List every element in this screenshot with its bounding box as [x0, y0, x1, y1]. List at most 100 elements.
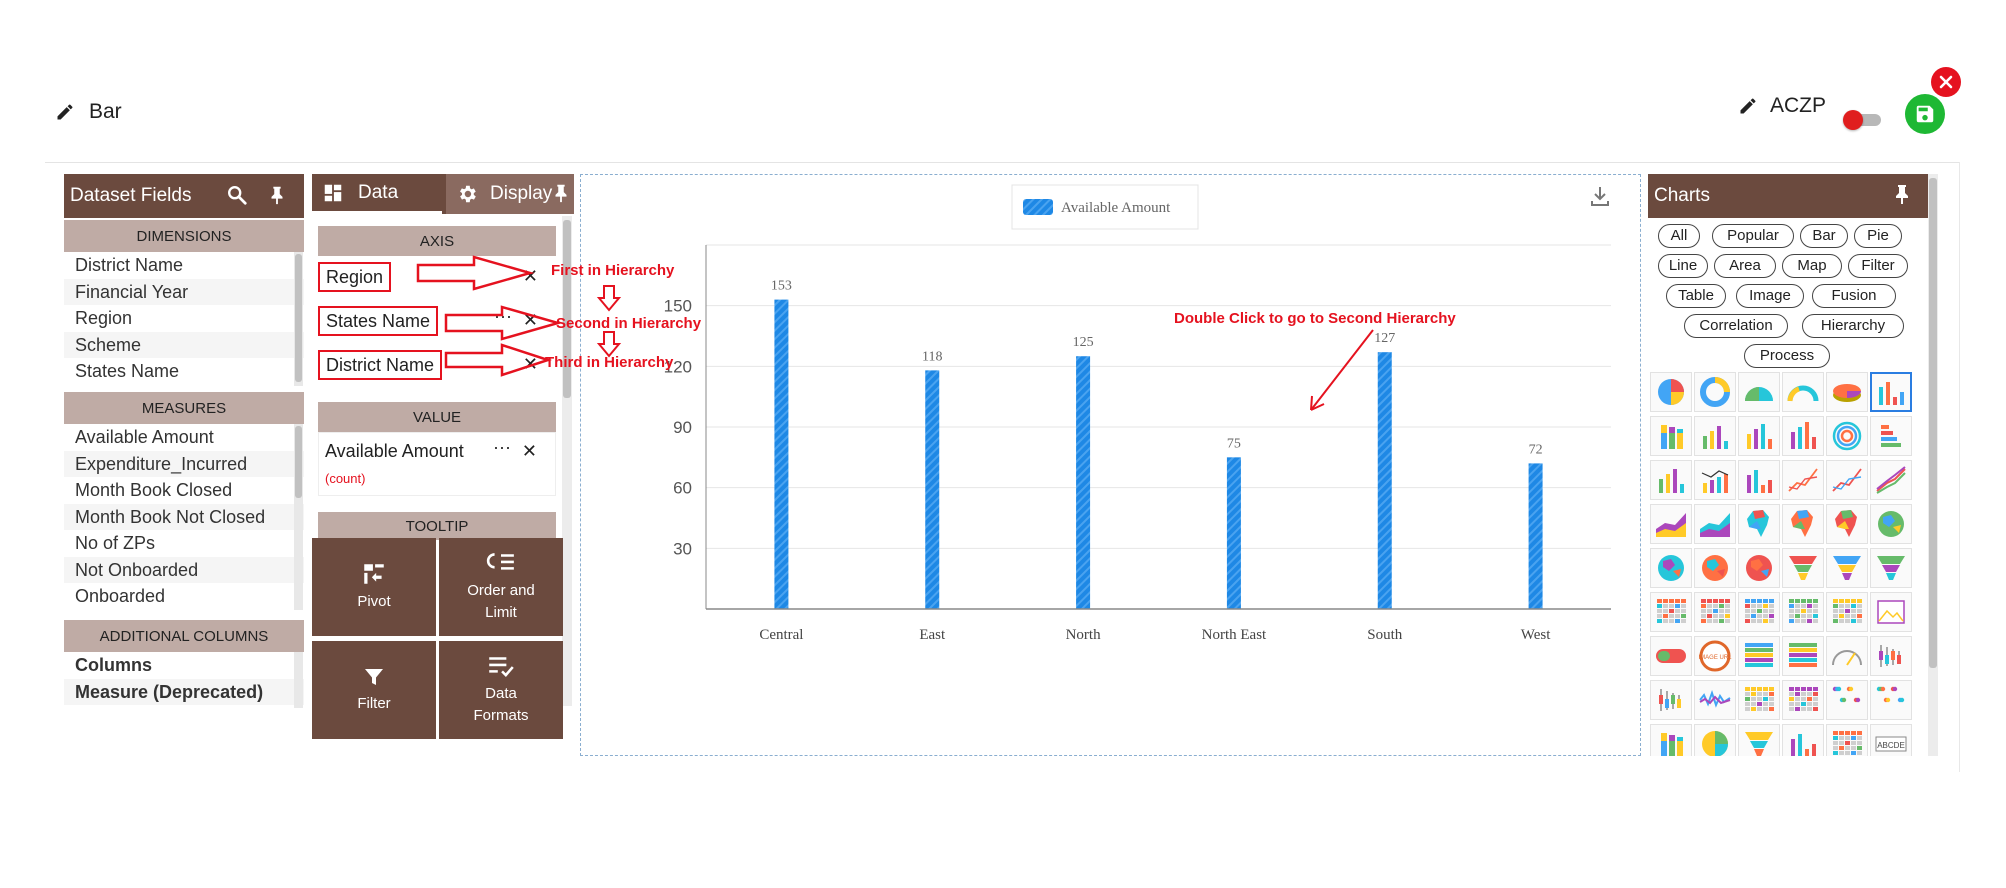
chart-filter-chip[interactable]: Line [1658, 254, 1708, 278]
chart-type-stackbar-icon[interactable] [1650, 724, 1692, 756]
chart-type-abc-icon[interactable]: ABCDE [1870, 724, 1912, 756]
chart-type-map-icon[interactable] [1738, 504, 1780, 544]
chart-filter-chip[interactable]: Table [1666, 284, 1726, 308]
scroll-thumb[interactable] [1929, 178, 1937, 668]
order-limit-button[interactable]: Order and Limit [439, 538, 563, 636]
chart-type-globe-icon[interactable] [1738, 548, 1780, 588]
field-item[interactable]: Expenditure_Incurred [64, 450, 304, 477]
chart-type-bars-icon[interactable] [1650, 460, 1692, 500]
chart-type-table-icon[interactable] [1738, 680, 1780, 720]
field-item[interactable]: Financial Year [64, 278, 304, 305]
more-options-icon[interactable]: ··· [494, 306, 512, 327]
dimensions-scrollbar[interactable] [294, 252, 303, 386]
axis-item-region[interactable]: Region ✕ [318, 256, 556, 300]
chart-type-semi-icon[interactable] [1738, 372, 1780, 412]
chart-type-table-icon[interactable] [1694, 592, 1736, 632]
field-item[interactable]: Scheme [64, 331, 304, 358]
chart-type-candle-icon[interactable] [1650, 680, 1692, 720]
chart-type-line-icon[interactable] [1782, 460, 1824, 500]
measures-scrollbar[interactable] [294, 424, 303, 610]
bar[interactable] [1076, 356, 1091, 609]
chart-filter-chip[interactable]: Image [1736, 284, 1804, 308]
chart-type-dots-icon[interactable] [1826, 680, 1868, 720]
scroll-thumb[interactable] [295, 254, 302, 382]
chart-filter-chip[interactable]: All [1658, 224, 1700, 248]
axis-item-label[interactable]: Region [318, 262, 392, 292]
pivot-button[interactable]: Pivot [312, 538, 436, 636]
chart-type-funnel-icon[interactable] [1782, 548, 1824, 588]
scroll-thumb[interactable] [295, 426, 302, 498]
chart-type-image-icon[interactable] [1870, 592, 1912, 632]
value-item-label[interactable]: Available Amount [325, 441, 464, 462]
chart-filter-chip[interactable]: Map [1782, 254, 1842, 278]
field-item[interactable]: Not Onboarded [64, 556, 304, 583]
pin-icon[interactable] [266, 184, 288, 206]
save-button[interactable] [1905, 94, 1945, 134]
chart-type-imageurl-icon[interactable]: IMAGE URL [1694, 636, 1736, 676]
mode-toggle[interactable] [1843, 109, 1883, 131]
chart-type-area-icon[interactable] [1694, 504, 1736, 544]
chart-type-candle-icon[interactable] [1870, 636, 1912, 676]
additional-scrollbar[interactable] [294, 652, 303, 708]
chart-type-funnel-icon[interactable] [1826, 548, 1868, 588]
more-options-icon[interactable]: ··· [493, 437, 511, 458]
scroll-thumb[interactable] [563, 220, 571, 398]
chart-type-bars-icon[interactable] [1782, 724, 1824, 756]
chart-type-hbars-icon[interactable] [1870, 416, 1912, 456]
value-aggregation[interactable]: (count) [325, 471, 365, 486]
bar[interactable] [925, 370, 940, 609]
chart-type-pill-icon[interactable] [1650, 636, 1692, 676]
remove-icon[interactable]: ✕ [522, 441, 537, 462]
chart-filter-chip[interactable]: Process [1744, 344, 1830, 368]
search-icon[interactable] [226, 184, 248, 206]
chart-type-bars-icon[interactable] [1738, 416, 1780, 456]
bar-chart[interactable]: 306090120150 1531181257512772 Central Eas… [581, 175, 1642, 757]
remove-icon[interactable]: ✕ [523, 266, 538, 287]
bar[interactable] [1528, 463, 1543, 609]
charts-scrollbar[interactable] [1928, 174, 1938, 756]
chart-type-table-icon[interactable] [1650, 592, 1692, 632]
chart-type-table-icon[interactable] [1782, 680, 1824, 720]
chart-type-gauge-icon[interactable] [1782, 372, 1824, 412]
chart-filter-chip[interactable]: Pie [1854, 224, 1902, 248]
field-item[interactable]: Measure (Deprecated) [64, 678, 304, 705]
remove-icon[interactable]: ✕ [523, 354, 538, 375]
chart-canvas[interactable]: 30 60 90 120 150 153 118 125 75 127 72 Central Eas… [580, 174, 1641, 756]
chart-filter-chip[interactable]: Popular [1712, 224, 1794, 248]
field-item[interactable]: Available Amount [64, 424, 304, 451]
edit-pencil-icon[interactable] [1738, 96, 1758, 116]
chart-type-pie-icon[interactable] [1650, 372, 1692, 412]
bar[interactable] [1377, 352, 1392, 609]
chart-type-map-icon[interactable] [1782, 504, 1824, 544]
chart-type-map-icon[interactable] [1826, 504, 1868, 544]
chart-type-pie-icon[interactable] [1694, 724, 1736, 756]
edit-pencil-icon[interactable] [55, 102, 75, 122]
data-formats-button[interactable]: Data Formats [439, 641, 563, 739]
remove-icon[interactable]: ✕ [523, 310, 538, 331]
chart-type-wave-icon[interactable] [1694, 680, 1736, 720]
bar[interactable] [1226, 457, 1241, 609]
chart-type-globe-icon[interactable] [1694, 548, 1736, 588]
chart-type-globe-icon[interactable] [1650, 548, 1692, 588]
chart-type-gaugeneedle-icon[interactable] [1826, 636, 1868, 676]
field-item[interactable]: Onboarded [64, 583, 304, 610]
field-item[interactable]: Month Book Not Closed [64, 503, 304, 530]
chart-type-table-icon[interactable] [1738, 592, 1780, 632]
chart-type-bars-icon[interactable] [1694, 416, 1736, 456]
chart-type-donut-icon[interactable] [1694, 372, 1736, 412]
axis-item-states-name[interactable]: States Name ··· ✕ [318, 300, 556, 344]
chart-type-bars-icon[interactable] [1870, 372, 1912, 412]
chart-type-bars-icon[interactable] [1738, 460, 1780, 500]
chart-filter-chip[interactable]: Area [1714, 254, 1776, 278]
chart-type-stackbar-icon[interactable] [1650, 416, 1692, 456]
filter-button[interactable]: Filter [312, 641, 436, 739]
chart-legend[interactable]: Available Amount [1011, 184, 1199, 230]
tab-data[interactable]: Data [312, 174, 442, 214]
chart-type-table-icon[interactable] [1826, 724, 1868, 756]
field-item[interactable]: No of ZPs [64, 530, 304, 557]
chart-type-funnel-icon[interactable] [1870, 548, 1912, 588]
field-item[interactable]: Month Book Closed [64, 477, 304, 504]
chart-type-pie3d-icon[interactable] [1826, 372, 1868, 412]
chart-filter-chip[interactable]: Filter [1848, 254, 1908, 278]
chart-title[interactable]: Bar [89, 100, 122, 124]
